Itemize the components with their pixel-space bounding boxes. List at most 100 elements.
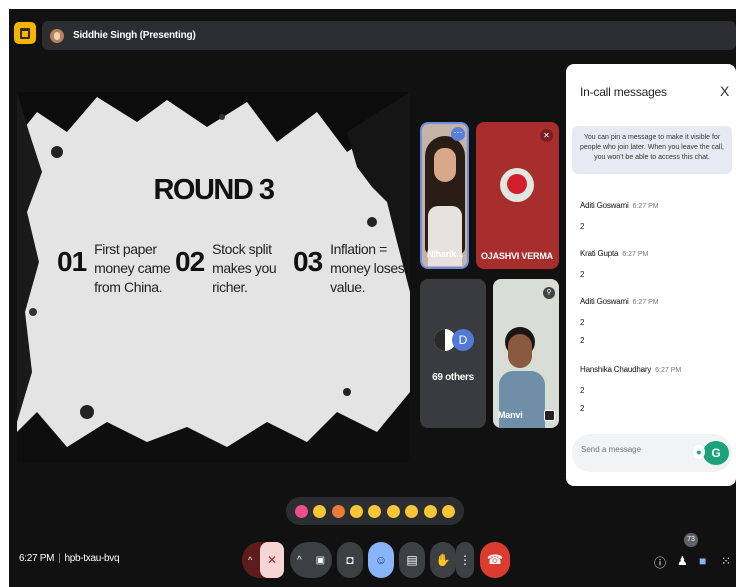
point-line: richer.: [212, 279, 248, 295]
sad-icon[interactable]: [405, 504, 419, 518]
clock-time: 6:27 PM: [19, 553, 55, 564]
message-author: Krati Gupta: [580, 249, 619, 258]
grammarly-dot: ●: [693, 445, 705, 459]
chat-title: In-call messages: [580, 85, 667, 99]
separator: |: [58, 553, 61, 564]
point-line: money loses: [330, 260, 405, 276]
thumbs-down-icon[interactable]: [442, 504, 456, 518]
laugh-icon[interactable]: [368, 504, 382, 518]
mic-off-icon: ✕: [540, 129, 553, 142]
chat-message: Hanshika Chaudhary 6:27 PM 2 2: [580, 359, 730, 413]
pin-icon[interactable]: [544, 410, 555, 421]
clap-icon[interactable]: [350, 504, 364, 518]
point-text: First paper money came from China.: [94, 240, 171, 297]
point-line: Inflation =: [330, 241, 387, 257]
presenter-bar: Siddhie Singh (Presenting): [9, 9, 736, 53]
pin-info-banner: You can pin a message to make it visible…: [572, 126, 732, 174]
participant-tile-ojashvi[interactable]: ✕ OJASHVI VERMA: [476, 122, 559, 269]
chat-icon[interactable]: ■: [699, 554, 706, 568]
reactions-bar: [286, 497, 464, 525]
presenter-avatar: [50, 28, 64, 43]
camera-control-group: ^ ▣: [290, 542, 332, 578]
message-author: Aditi Goswami: [580, 297, 629, 306]
message-author: Hanshika Chaudhary: [580, 365, 652, 374]
thinking-icon[interactable]: [423, 504, 437, 518]
close-icon[interactable]: X: [720, 83, 729, 99]
chat-panel: In-call messages X You can pin a message…: [566, 64, 736, 486]
message-author: Aditi Goswami: [580, 201, 629, 210]
avatar: [500, 168, 534, 202]
party-popper-icon[interactable]: [331, 504, 345, 518]
slide-point-3: 03 Inflation = money loses value.: [293, 240, 405, 297]
chat-message: Krati Gupta 6:27 PM 2: [580, 243, 730, 279]
message-text: 2: [580, 270, 585, 279]
slide-point-2: 02 Stock split makes you richer.: [175, 240, 277, 297]
surprised-icon[interactable]: [386, 504, 400, 518]
point-text: Stock split makes you richer.: [212, 240, 277, 297]
message-text: 2: [580, 222, 585, 231]
participant-tile-manvi[interactable]: ⚲ Manvi: [493, 279, 559, 428]
message-input[interactable]: [581, 445, 691, 454]
cam-options-icon[interactable]: ^: [297, 555, 302, 566]
activities-icon[interactable]: ⁙: [721, 554, 731, 568]
presenter-name: Siddhie Singh (Presenting): [73, 30, 196, 41]
mic-off-icon[interactable]: ✕: [260, 542, 284, 578]
point-line: money came: [94, 260, 171, 276]
mic-control-group: ^ ✕: [242, 542, 284, 578]
point-number: 02: [175, 246, 205, 277]
more-icon[interactable]: ⋮: [456, 542, 474, 578]
camera-icon[interactable]: ▣: [316, 555, 325, 566]
point-number: 03: [293, 246, 323, 277]
others-count: 69 others: [432, 372, 474, 383]
grammarly-icon[interactable]: ● G: [693, 441, 729, 465]
thumbs-up-icon[interactable]: [313, 504, 327, 518]
people-icon[interactable]: ♟: [677, 554, 688, 568]
meeting-info: 6:27 PM | hpb-txau-bvq: [19, 553, 120, 564]
slide-title: ROUND 3: [153, 174, 275, 206]
message-time: 6:27 PM: [655, 367, 682, 374]
participant-name: Niharik...: [427, 249, 464, 259]
point-text: Inflation = money loses value.: [330, 240, 405, 297]
message-time: 6:27 PM: [632, 299, 659, 306]
video-face: [434, 148, 456, 182]
point-line: Stock split: [212, 241, 272, 257]
message-time: 6:27 PM: [622, 251, 649, 258]
point-number: 01: [57, 246, 87, 277]
chat-message: Aditi Goswami 6:27 PM 2: [580, 195, 730, 231]
hangup-icon[interactable]: ☎: [480, 542, 510, 578]
zoom-icon[interactable]: ⚲: [543, 287, 555, 299]
meeting-code: hpb-txau-bvq: [64, 553, 120, 564]
more-options-icon[interactable]: ···: [451, 127, 465, 141]
point-line: from China.: [94, 279, 163, 295]
emoji-icon[interactable]: ☺: [368, 542, 394, 578]
chat-input-box[interactable]: ● G: [572, 434, 732, 472]
slide-point-1: 01 First paper money came from China.: [57, 240, 171, 297]
message-text: 2: [580, 336, 585, 345]
presenter-pill[interactable]: Siddhie Singh (Presenting): [42, 21, 736, 50]
message-text: 2: [580, 318, 585, 327]
point-line: makes you: [212, 260, 277, 276]
mic-options-icon[interactable]: ^: [248, 555, 252, 565]
present-icon[interactable]: ◘: [337, 542, 363, 578]
chat-message: Aditi Goswami 6:27 PM 2 2: [580, 291, 730, 345]
avatar-initial: D: [452, 329, 474, 351]
people-count-badge: 73: [684, 533, 698, 547]
participant-tile-niharika[interactable]: ··· Niharik...: [420, 122, 469, 269]
meet-window: Siddhie Singh (Presenting) ROUND 3 01 Fi…: [9, 9, 736, 587]
point-line: First paper: [94, 241, 157, 257]
message-text: 2: [580, 386, 585, 395]
shared-slide[interactable]: ROUND 3 01 First paper money came from C…: [17, 92, 410, 462]
participant-name: Manvi: [498, 410, 523, 420]
raise-hand-icon[interactable]: ✋: [430, 542, 456, 578]
others-tile[interactable]: D 69 others: [420, 279, 486, 428]
captions-icon[interactable]: ▤: [399, 542, 425, 578]
meet-logo: [14, 22, 36, 44]
grammarly-label: G: [711, 446, 721, 460]
rose-image: [507, 174, 527, 194]
info-icon[interactable]: ⓘ: [654, 554, 666, 571]
heart-icon[interactable]: [294, 504, 308, 518]
video-face: [508, 334, 532, 368]
message-time: 6:27 PM: [632, 203, 659, 210]
participant-name: OJASHVI VERMA: [481, 251, 553, 261]
message-text: 2: [580, 404, 585, 413]
